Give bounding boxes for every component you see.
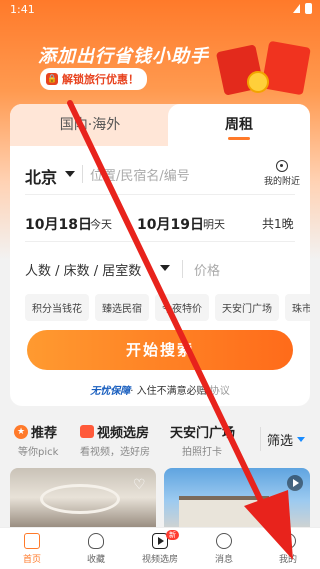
nav-label: 我的	[278, 555, 297, 565]
play-icon[interactable]	[287, 475, 303, 491]
search-input[interactable]: 位置/民宿名/编号	[90, 165, 190, 184]
feed-tab-title: 天安门广场	[170, 426, 236, 441]
heart-icon[interactable]: ♡	[133, 477, 146, 493]
search-card: 国内·海外 周租 北京 位置/民宿名/编号 我的附近 10月18日 今天 10月…	[10, 104, 310, 406]
battery-icon	[305, 3, 312, 14]
chip-selected-homestay[interactable]: 臻选民宿	[95, 294, 149, 321]
tab-weekly-rent[interactable]: 周租	[168, 104, 310, 146]
status-bar: 1:41	[0, 0, 320, 20]
guarantee-text: · 入住不满意必赔	[130, 386, 207, 397]
nav-home[interactable]: 首页	[0, 533, 64, 565]
video-icon	[80, 425, 94, 438]
status-icons	[293, 3, 312, 14]
guarantee-line[interactable]: 无忧保障· 入住不满意必赔 协议	[10, 382, 310, 397]
nights-count: 共1晚	[262, 217, 294, 231]
nav-label: 收藏	[86, 555, 105, 565]
nav-video[interactable]: 新 视频选房	[128, 530, 192, 565]
bottom-nav: 首页 收藏 新 视频选房 消息 我的	[0, 527, 320, 569]
agreement-link[interactable]: 协议	[210, 386, 230, 397]
quick-filter-chips: 积分当钱花 臻选民宿 今夜特价 天安门广场 珠市	[25, 294, 310, 321]
feed-tab-sub: 看视频，选好房	[80, 447, 150, 458]
checkin-date[interactable]: 10月18日	[25, 214, 92, 234]
feed-tab-title: 视频选房	[97, 426, 150, 441]
guarantee-brand: 无忧保障	[90, 386, 131, 397]
price-input[interactable]: 价格	[194, 260, 220, 279]
chevron-down-icon[interactable]	[160, 265, 170, 271]
checkout-day: 明天	[203, 218, 225, 231]
nav-messages[interactable]: 消息	[192, 533, 256, 565]
nav-label: 首页	[22, 555, 41, 565]
checkin-day: 今天	[90, 218, 112, 231]
chevron-down-icon	[297, 436, 306, 442]
chip-tiananmen[interactable]: 天安门广场	[215, 294, 279, 321]
search-tabs: 国内·海外 周租	[10, 104, 310, 146]
nav-label: 消息	[214, 555, 233, 565]
coin-icon	[247, 71, 269, 93]
feed-tab-title: 推荐	[31, 426, 58, 441]
chip-tonight-deal[interactable]: 今夜特价	[155, 294, 209, 321]
checkout-date[interactable]: 10月19日	[137, 214, 204, 234]
status-time: 1:41	[10, 3, 35, 16]
heart-icon	[88, 533, 104, 549]
tab-weekly-label: 周租	[225, 117, 253, 133]
chevron-down-icon[interactable]	[65, 171, 75, 177]
banner-subtitle-text: 解锁旅行优惠！	[62, 73, 139, 86]
nav-me[interactable]: 我的	[256, 533, 320, 565]
divider	[82, 165, 83, 183]
ceiling-light	[40, 484, 120, 514]
message-icon	[216, 533, 232, 549]
start-search-button[interactable]: 开始搜索	[27, 330, 293, 370]
divider	[182, 260, 183, 278]
feed-tab-video[interactable]: 视频选房 看视频，选好房	[80, 422, 150, 458]
chip-points[interactable]: 积分当钱花	[25, 294, 89, 321]
nav-favorites[interactable]: 收藏	[64, 533, 128, 565]
feed-tab-recommend[interactable]: ★ 推荐 等你pick	[14, 422, 58, 458]
feed-tab-sub: 等你pick	[18, 447, 59, 458]
lock-icon: 🔒	[46, 73, 58, 85]
chip-zhushi[interactable]: 珠市	[285, 294, 310, 321]
feed-tab-tiananmen[interactable]: 天安门广场 拍照打卡	[170, 422, 235, 458]
home-icon	[24, 533, 40, 549]
tab-underline	[228, 137, 250, 140]
banner-title[interactable]: 添加出行省钱小助手	[38, 42, 209, 68]
banner-subtitle[interactable]: 🔒 解锁旅行优惠！	[40, 68, 147, 90]
nav-label: 视频选房	[141, 555, 178, 565]
user-icon	[280, 533, 296, 549]
red-envelope-icon	[261, 40, 311, 96]
feed-tab-sub: 拍照打卡	[182, 447, 222, 458]
filter-label: 筛选	[267, 433, 294, 449]
divider	[25, 241, 295, 242]
guests-selector[interactable]: 人数 / 床数 / 居室数	[25, 260, 141, 279]
red-envelopes-illustration	[215, 36, 311, 101]
divider	[25, 194, 295, 195]
signal-icon	[293, 4, 300, 13]
locate-icon	[276, 160, 288, 172]
nearby-label: 我的附近	[263, 177, 300, 187]
filter-button[interactable]: 筛选	[260, 427, 311, 451]
city-selector[interactable]: 北京	[25, 164, 57, 188]
star-icon: ★	[14, 424, 28, 439]
nearby-button[interactable]: 我的附近	[260, 160, 304, 187]
tab-domestic-overseas[interactable]: 国内·海外	[10, 104, 170, 146]
new-badge: 新	[166, 530, 179, 540]
